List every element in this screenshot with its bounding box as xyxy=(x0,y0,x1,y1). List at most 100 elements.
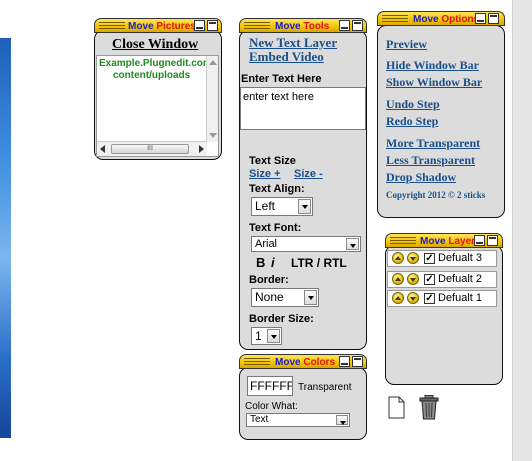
text-align-label: Text Align: xyxy=(249,183,305,195)
layer-visible-checkbox[interactable]: ✓ xyxy=(424,274,435,285)
text-input-area[interactable]: enter text here xyxy=(240,87,366,130)
show-window-bar-link[interactable]: Show Window Bar xyxy=(386,75,482,90)
redo-step-link[interactable]: Redo Step xyxy=(386,114,438,129)
border-size-select[interactable]: 1 xyxy=(251,327,282,345)
minimize-icon[interactable] xyxy=(194,20,205,31)
scroll-right-icon[interactable] xyxy=(199,145,204,153)
text-font-label: Text Font: xyxy=(249,222,302,234)
enter-text-label: Enter Text Here xyxy=(241,73,322,85)
scroll-thumb[interactable]: III xyxy=(111,144,189,154)
maximize-icon[interactable] xyxy=(352,20,363,31)
chevron-down-icon[interactable] xyxy=(267,329,280,343)
minimize-icon[interactable] xyxy=(339,20,350,31)
drag-grip-icon[interactable] xyxy=(99,22,125,30)
hide-window-bar-link[interactable]: Hide Window Bar xyxy=(386,58,479,73)
tools-titlebar[interactable]: Move Tools xyxy=(239,18,367,33)
transparent-label[interactable]: Transparent xyxy=(298,382,352,393)
embed-video-link[interactable]: Embed Video xyxy=(249,49,324,65)
layer-name[interactable]: Defualt 2 xyxy=(438,273,482,285)
colors-titlebar[interactable]: Move Colors xyxy=(239,354,367,369)
layer-row-defualt-2[interactable]: ✓ Defualt 2 xyxy=(387,271,497,288)
more-transparent-link[interactable]: More Transparent xyxy=(386,136,480,151)
border-size-value: 1 xyxy=(255,329,262,343)
maximize-icon[interactable] xyxy=(352,356,363,367)
layer-up-icon[interactable] xyxy=(392,252,404,264)
border-size-label: Border Size: xyxy=(249,313,314,325)
color-what-label: Color What: xyxy=(245,401,298,412)
minimize-icon[interactable] xyxy=(475,13,486,24)
layer-row-defualt-1[interactable]: ✓ Defualt 1 xyxy=(387,290,497,307)
color-hex-input[interactable]: FFFFFF xyxy=(247,376,293,396)
minimize-icon[interactable] xyxy=(474,235,485,246)
layer-name[interactable]: Defualt 3 xyxy=(438,252,482,264)
undo-step-link[interactable]: Undo Step xyxy=(386,97,440,112)
text-align-value: Left xyxy=(255,199,276,213)
text-font-value: Arial xyxy=(255,238,278,250)
drag-grip-icon[interactable] xyxy=(390,237,416,245)
vertical-scrollbar[interactable] xyxy=(206,56,218,142)
border-value: None xyxy=(255,290,284,304)
maximize-icon[interactable] xyxy=(207,20,218,31)
options-titlebar[interactable]: Move Options xyxy=(377,11,505,26)
upload-url-line1[interactable]: Example.Plugnedit.con xyxy=(99,58,207,69)
scroll-up-icon[interactable] xyxy=(209,60,217,65)
copyright-text: Copyright 2012 © 2 sticks xyxy=(386,190,486,200)
move-label[interactable]: Move xyxy=(413,14,439,25)
panel-name: Colors xyxy=(303,357,336,368)
border-label: Border: xyxy=(249,274,289,286)
layer-up-icon[interactable] xyxy=(392,273,404,285)
drag-grip-icon[interactable] xyxy=(382,15,408,23)
color-what-select[interactable]: Text xyxy=(246,413,350,427)
maximize-icon[interactable] xyxy=(487,235,498,246)
trash-icon[interactable] xyxy=(419,395,439,420)
move-label[interactable]: Move xyxy=(420,236,446,247)
bold-button[interactable]: B xyxy=(256,255,265,270)
layer-down-icon[interactable] xyxy=(407,292,419,304)
size-minus-link[interactable]: Size - xyxy=(294,168,323,180)
maximize-icon[interactable] xyxy=(488,13,499,24)
layer-visible-checkbox[interactable]: ✓ xyxy=(424,293,435,304)
page-scrollbar[interactable] xyxy=(512,0,532,461)
drag-grip-icon[interactable] xyxy=(244,358,270,366)
move-label[interactable]: Move xyxy=(275,21,301,32)
new-page-icon[interactable] xyxy=(388,396,405,419)
panel-name: Options xyxy=(441,14,480,25)
ltr-rtl-toggle[interactable]: LTR / RTL xyxy=(291,256,347,270)
italic-button[interactable]: i xyxy=(271,255,275,270)
scroll-thumb-grip: III xyxy=(147,145,153,152)
pictures-titlebar[interactable]: Move Pictures xyxy=(94,18,222,33)
layer-up-icon[interactable] xyxy=(392,292,404,304)
chevron-down-icon[interactable] xyxy=(304,290,317,305)
move-label[interactable]: Move xyxy=(275,357,301,368)
chevron-down-icon[interactable] xyxy=(298,199,311,214)
size-plus-link[interactable]: Size + xyxy=(249,168,281,180)
chevron-down-icon[interactable] xyxy=(346,238,359,250)
layer-down-icon[interactable] xyxy=(407,273,419,285)
background-image-edge xyxy=(0,38,11,438)
minimize-icon[interactable] xyxy=(339,356,350,367)
layer-row-defualt-3[interactable]: ✓ Defualt 3 xyxy=(387,250,497,267)
panel-name: Pictures xyxy=(156,21,196,32)
text-size-label: Text Size xyxy=(249,155,296,167)
layers-titlebar[interactable]: Move Layers xyxy=(385,233,503,248)
layer-down-icon[interactable] xyxy=(407,252,419,264)
color-what-value: Text xyxy=(250,414,269,425)
close-window-link[interactable]: Close Window xyxy=(112,37,198,53)
layer-visible-checkbox[interactable]: ✓ xyxy=(424,253,435,264)
preview-link[interactable]: Preview xyxy=(386,37,427,52)
drag-grip-icon[interactable] xyxy=(244,22,270,30)
less-transparent-link[interactable]: Less Transparent xyxy=(386,153,475,168)
layer-name[interactable]: Defualt 1 xyxy=(438,292,482,304)
text-font-select[interactable]: Arial xyxy=(251,236,361,252)
drop-shadow-link[interactable]: Drop Shadow xyxy=(386,170,456,185)
border-select[interactable]: None xyxy=(251,288,319,307)
scroll-left-icon[interactable] xyxy=(100,145,105,153)
upload-url-line2[interactable]: content/uploads xyxy=(113,70,190,81)
scroll-down-icon[interactable] xyxy=(209,133,217,138)
move-label[interactable]: Move xyxy=(128,21,154,32)
text-align-select[interactable]: Left xyxy=(251,197,313,216)
horizontal-scrollbar[interactable]: III xyxy=(97,141,207,156)
uploads-listbox[interactable]: Example.Plugnedit.con content/uploads II… xyxy=(96,55,219,157)
chevron-down-icon[interactable] xyxy=(336,415,348,425)
panel-name: Tools xyxy=(303,21,330,32)
